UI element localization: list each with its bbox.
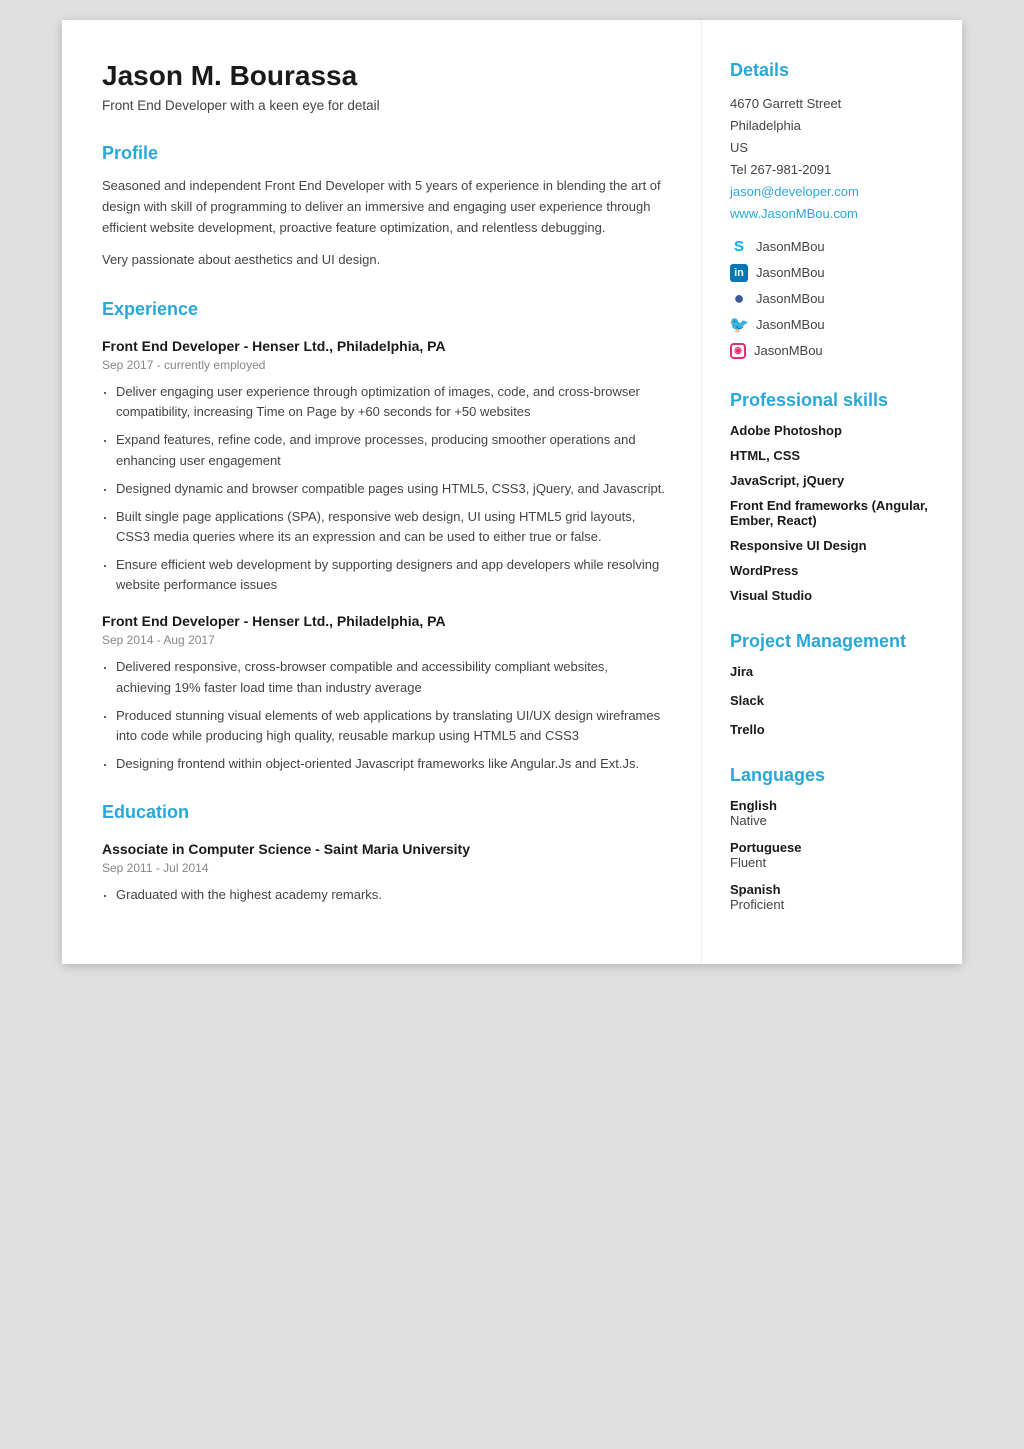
bullet-item: Produced stunning visual elements of web… [102, 706, 665, 746]
right-column: Details 4670 Garrett Street Philadelphia… [702, 20, 962, 964]
professional-skills-title: Professional skills [730, 390, 934, 411]
skype-handle: JasonMBou [756, 236, 825, 258]
candidate-name: Jason M. Bourassa [102, 60, 665, 92]
pm-0: Jira [730, 664, 934, 679]
job-1-dates: Sep 2017 - currently employed [102, 358, 665, 372]
socials-list: S JasonMBou in JasonMBou ● JasonMBou 🐦 J… [730, 236, 934, 362]
details-section-title: Details [730, 60, 934, 81]
edu-1-bullets: Graduated with the highest academy remar… [102, 885, 665, 905]
bullet-item: Graduated with the highest academy remar… [102, 885, 665, 905]
skype-icon: S [730, 238, 748, 256]
job-1-title: Front End Developer - Henser Ltd., Phila… [102, 338, 665, 354]
bullet-item: Deliver engaging user experience through… [102, 382, 665, 422]
lang-1-level: Fluent [730, 855, 934, 870]
job-2: Front End Developer - Henser Ltd., Phila… [102, 613, 665, 774]
education-entry-1: Associate in Computer Science - Saint Ma… [102, 841, 665, 905]
left-column: Jason M. Bourassa Front End Developer wi… [62, 20, 702, 964]
lang-2: Spanish Proficient [730, 882, 934, 912]
experience-section-title: Experience [102, 299, 665, 320]
social-linkedin: in JasonMBou [730, 262, 934, 284]
edu-1-dates: Sep 2011 - Jul 2014 [102, 861, 665, 875]
languages-title: Languages [730, 765, 934, 786]
job-2-bullets: Delivered responsive, cross-browser comp… [102, 657, 665, 774]
profile-paragraph-2: Very passionate about aesthetics and UI … [102, 250, 665, 271]
instagram-handle: JasonMBou [754, 340, 823, 362]
linkedin-icon: in [730, 264, 748, 282]
education-section-title: Education [102, 802, 665, 823]
pm-2: Trello [730, 722, 934, 737]
address-line-1: 4670 Garrett Street [730, 93, 934, 115]
lang-0-level: Native [730, 813, 934, 828]
bullet-item: Expand features, refine code, and improv… [102, 430, 665, 470]
skill-0: Adobe Photoshop [730, 423, 934, 438]
twitter-icon: 🐦 [730, 316, 748, 334]
social-instagram: ◉ JasonMBou [730, 340, 934, 362]
skill-1: HTML, CSS [730, 448, 934, 463]
job-2-title: Front End Developer - Henser Ltd., Phila… [102, 613, 665, 629]
job-1: Front End Developer - Henser Ltd., Phila… [102, 338, 665, 595]
languages-list: English Native Portuguese Fluent Spanish… [730, 798, 934, 912]
lang-2-name: Spanish [730, 882, 934, 897]
profile-section-title: Profile [102, 143, 665, 164]
bullet-item: Designed dynamic and browser compatible … [102, 479, 665, 499]
profile-paragraph-1: Seasoned and independent Front End Devel… [102, 176, 665, 238]
skills-list: Adobe Photoshop HTML, CSS JavaScript, jQ… [730, 423, 934, 603]
twitter-handle: JasonMBou [756, 314, 825, 336]
skill-2: JavaScript, jQuery [730, 473, 934, 488]
bullet-item: Built single page applications (SPA), re… [102, 507, 665, 547]
social-twitter: 🐦 JasonMBou [730, 314, 934, 336]
project-management-title: Project Management [730, 631, 934, 652]
skill-5: WordPress [730, 563, 934, 578]
lang-0: English Native [730, 798, 934, 828]
lang-2-level: Proficient [730, 897, 934, 912]
bullet-item: Delivered responsive, cross-browser comp… [102, 657, 665, 697]
skill-3: Front End frameworks (Angular, Ember, Re… [730, 498, 934, 528]
facebook-handle: JasonMBou [756, 288, 825, 310]
pm-1: Slack [730, 693, 934, 708]
bullet-item: Designing frontend within object-oriente… [102, 754, 665, 774]
lang-0-name: English [730, 798, 934, 813]
social-facebook: ● JasonMBou [730, 288, 934, 310]
bullet-item: Ensure efficient web development by supp… [102, 555, 665, 595]
candidate-tagline: Front End Developer with a keen eye for … [102, 98, 665, 113]
project-management-list: Jira Slack Trello [730, 664, 934, 737]
social-skype: S JasonMBou [730, 236, 934, 258]
instagram-icon: ◉ [730, 343, 746, 359]
resume-container: Jason M. Bourassa Front End Developer wi… [62, 20, 962, 964]
job-2-dates: Sep 2014 - Aug 2017 [102, 633, 665, 647]
tel: Tel 267-981-2091 [730, 159, 934, 181]
website-link[interactable]: www.JasonMBou.com [730, 203, 934, 225]
skill-4: Responsive UI Design [730, 538, 934, 553]
job-1-bullets: Deliver engaging user experience through… [102, 382, 665, 595]
linkedin-handle: JasonMBou [756, 262, 825, 284]
address-line-3: US [730, 137, 934, 159]
lang-1-name: Portuguese [730, 840, 934, 855]
skill-6: Visual Studio [730, 588, 934, 603]
address-line-2: Philadelphia [730, 115, 934, 137]
lang-1: Portuguese Fluent [730, 840, 934, 870]
facebook-icon: ● [730, 290, 748, 308]
email-link[interactable]: jason@developer.com [730, 181, 934, 203]
edu-1-degree: Associate in Computer Science - Saint Ma… [102, 841, 665, 857]
